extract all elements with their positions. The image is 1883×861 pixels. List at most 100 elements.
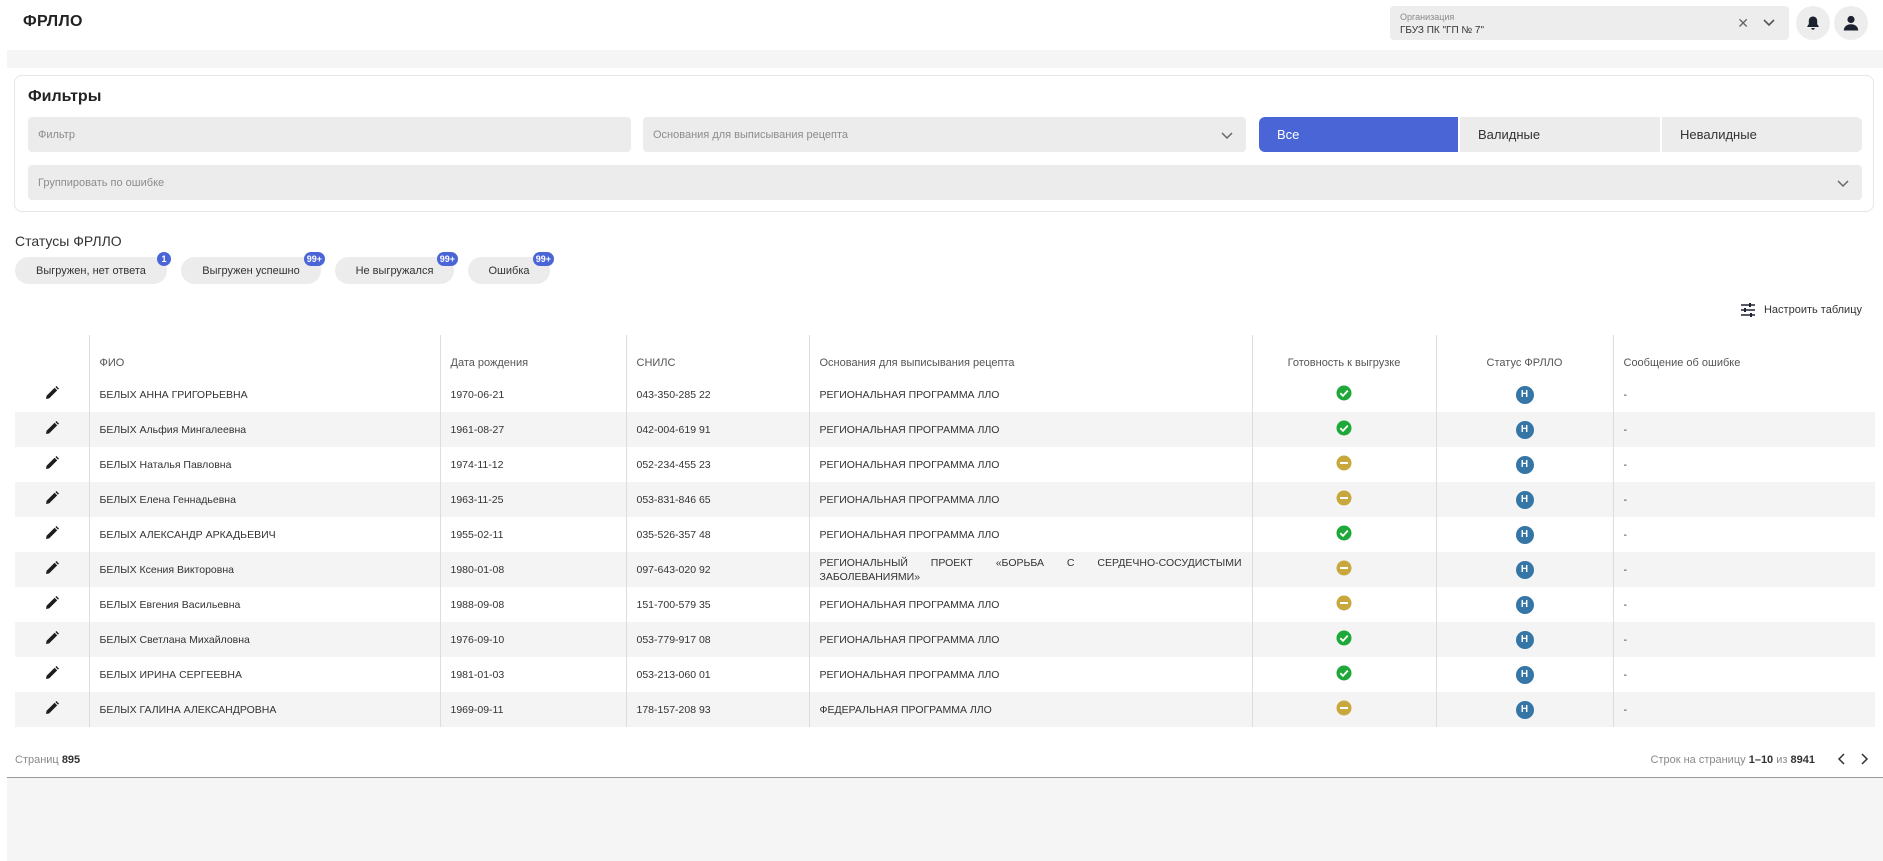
- status-count-badge: 99+: [532, 252, 554, 266]
- status-chip-uploaded-no-response[interactable]: Выгружен, нет ответа 1: [15, 252, 171, 284]
- chevron-right-icon[interactable]: [1856, 751, 1872, 767]
- basis-cell: РЕГИОНАЛЬНАЯ ПРОГРАММА ЛЛО: [808, 517, 1252, 552]
- table-row[interactable]: БЕЛЫХ АННА ГРИГОРЬЕВНА 1970-06-21 043-350-…: [15, 377, 1875, 412]
- group-by-error-select[interactable]: Группировать по ошибке: [28, 165, 1862, 200]
- filters-title: Фильтры: [28, 88, 102, 105]
- status-chip-uploaded-success[interactable]: Выгружен успешно 99+: [181, 252, 325, 284]
- segment-valid[interactable]: Валидные: [1460, 117, 1660, 152]
- user-profile-button[interactable]: [1834, 6, 1868, 40]
- edit-cell: [15, 517, 89, 552]
- status-cell: Н: [1435, 377, 1613, 412]
- status-count-badge: 99+: [303, 252, 325, 266]
- status-badge: Н: [1515, 490, 1534, 509]
- filters-panel: Фильтры Фильтр Основания для выписывания…: [14, 75, 1874, 212]
- status-badge: Н: [1515, 630, 1534, 649]
- edit-cell: [15, 622, 89, 657]
- segment-invalid[interactable]: Невалидные: [1662, 117, 1862, 152]
- pencil-icon[interactable]: [44, 630, 60, 646]
- basis-text: РЕГИОНАЛЬНАЯ ПРОГРАММА ЛЛО: [819, 633, 1000, 646]
- edit-cell: [15, 587, 89, 622]
- fio-cell: БЕЛЫХ АЛЕКСАНДР АРКАДЬЕВИЧ: [88, 517, 440, 552]
- column-header-error-message[interactable]: Сообщение об ошибке: [1612, 335, 1875, 377]
- filter-input-placeholder: Фильтр: [38, 128, 75, 141]
- table-row[interactable]: БЕЛЫХ Наталья Павловна 1974-11-12 052-234-…: [15, 447, 1875, 482]
- basis-select[interactable]: Основания для выписывания рецепта: [643, 117, 1246, 152]
- table-row[interactable]: БЕЛЫХ Светлана Михайловна 1976-09-10 053-7…: [15, 622, 1875, 657]
- statuses-title: Статусы ФРЛЛО: [15, 233, 122, 249]
- minus-circle-icon: [1336, 595, 1352, 614]
- pencil-icon[interactable]: [44, 560, 60, 576]
- column-header-status[interactable]: Статус ФРЛЛО: [1435, 335, 1613, 377]
- segment-all[interactable]: Все: [1259, 117, 1458, 152]
- column-header-birth-date[interactable]: Дата рождения: [439, 335, 626, 377]
- column-header-snils[interactable]: СНИЛС: [625, 335, 809, 377]
- clear-icon[interactable]: ✕: [1737, 15, 1749, 32]
- basis-text: РЕГИОНАЛЬНАЯ ПРОГРАММА ЛЛО: [819, 598, 1000, 611]
- basis-text: РЕГИОНАЛЬНАЯ ПРОГРАММА ЛЛО: [819, 388, 1000, 401]
- pencil-icon[interactable]: [44, 700, 60, 716]
- birth-date-cell: 1955-02-11: [439, 517, 626, 552]
- column-header-ready[interactable]: Готовность к выгрузке: [1251, 335, 1436, 377]
- patients-table: ФИО Дата рождения СНИЛС Основания для вы…: [15, 335, 1875, 727]
- error-message-cell: -: [1612, 587, 1875, 622]
- check-circle-icon: [1336, 665, 1352, 684]
- snils-cell: 035-526-357 48: [625, 517, 809, 552]
- table-row[interactable]: БЕЛЫХ АЛЕКСАНДР АРКАДЬЕВИЧ 1955-02-11 035-…: [15, 517, 1875, 552]
- table-row[interactable]: БЕЛЫХ Елена Геннадьевна 1963-11-25 053-831…: [15, 482, 1875, 517]
- status-cell: Н: [1435, 622, 1613, 657]
- snils-cell: 053-779-917 08: [625, 622, 809, 657]
- error-message-cell: -: [1612, 482, 1875, 517]
- status-chip-label: Выгружен успешно: [202, 264, 300, 277]
- filter-input[interactable]: Фильтр: [28, 117, 631, 152]
- check-circle-icon: [1336, 630, 1352, 649]
- chevron-down-icon[interactable]: [1761, 14, 1777, 30]
- table-row[interactable]: БЕЛЫХ ГАЛИНА АЛЕКСАНДРОВНА 1969-09-11 178-…: [15, 692, 1875, 727]
- status-cell: Н: [1435, 412, 1613, 447]
- pencil-icon[interactable]: [44, 525, 60, 541]
- status-chip-label: Не выгружался: [355, 264, 434, 277]
- ready-cell: [1251, 517, 1436, 552]
- organization-select[interactable]: Организация ГБУЗ ПК "ГП № 7" ✕: [1390, 6, 1789, 40]
- chevron-down-icon: [1221, 131, 1233, 139]
- configure-table-button[interactable]: Настроить таблицу: [1740, 302, 1862, 318]
- basis-cell: РЕГИОНАЛЬНАЯ ПРОГРАММА ЛЛО: [808, 412, 1252, 447]
- minus-circle-icon: [1336, 455, 1352, 474]
- pencil-icon[interactable]: [44, 385, 60, 401]
- rows-per-page-label: Строк на страницу: [1650, 754, 1746, 766]
- error-message-cell: -: [1612, 412, 1875, 447]
- snils-cell: 151-700-579 35: [625, 587, 809, 622]
- table-row[interactable]: БЕЛЫХ Евгения Васильевна 1988-09-08 151-70…: [15, 587, 1875, 622]
- status-chip-error[interactable]: Ошибка 99+: [468, 252, 554, 284]
- column-header-fio[interactable]: ФИО: [88, 335, 440, 377]
- fio-cell: БЕЛЫХ Светлана Михайловна: [88, 622, 440, 657]
- snils-cell: 097-643-020 92: [625, 552, 809, 587]
- status-chip-not-uploaded[interactable]: Не выгружался 99+: [335, 252, 458, 284]
- notifications-button[interactable]: [1796, 6, 1830, 40]
- status-badge: Н: [1515, 420, 1534, 439]
- birth-date-cell: 1988-09-08: [439, 587, 626, 622]
- organization-value: ГБУЗ ПК "ГП № 7": [1400, 25, 1485, 36]
- ready-cell: [1251, 482, 1436, 517]
- check-circle-icon: [1336, 385, 1352, 404]
- pencil-icon[interactable]: [44, 455, 60, 471]
- table-row[interactable]: БЕЛЫХ Альфия Мингалеевна 1961-08-27 042-00…: [15, 412, 1875, 447]
- status-chip-label: Ошибка: [488, 264, 530, 277]
- basis-cell: ФЕДЕРАЛЬНАЯ ПРОГРАММА ЛЛО: [808, 692, 1252, 727]
- table-row[interactable]: БЕЛЫХ ИРИНА СЕРГЕЕВНА 1981-01-03 053-213-0…: [15, 657, 1875, 692]
- fio-cell: БЕЛЫХ Ксения Викторовна: [88, 552, 440, 587]
- basis-cell: РЕГИОНАЛЬНАЯ ПРОГРАММА ЛЛО: [808, 622, 1252, 657]
- status-badge: Н: [1515, 665, 1534, 684]
- pencil-icon[interactable]: [44, 490, 60, 506]
- chevron-left-icon[interactable]: [1834, 751, 1850, 767]
- edit-cell: [15, 657, 89, 692]
- table-row[interactable]: БЕЛЫХ Ксения Викторовна 1980-01-08 097-643…: [15, 552, 1875, 587]
- pencil-icon[interactable]: [44, 595, 60, 611]
- status-badge: Н: [1515, 525, 1534, 544]
- header-divider-band: [7, 50, 1883, 68]
- pencil-icon[interactable]: [44, 665, 60, 681]
- error-message-cell: -: [1612, 552, 1875, 587]
- status-badge: Н: [1515, 595, 1534, 614]
- column-header-basis[interactable]: Основания для выписывания рецепта: [808, 335, 1252, 377]
- status-chip-label: Выгружен, нет ответа: [36, 264, 146, 277]
- pencil-icon[interactable]: [44, 420, 60, 436]
